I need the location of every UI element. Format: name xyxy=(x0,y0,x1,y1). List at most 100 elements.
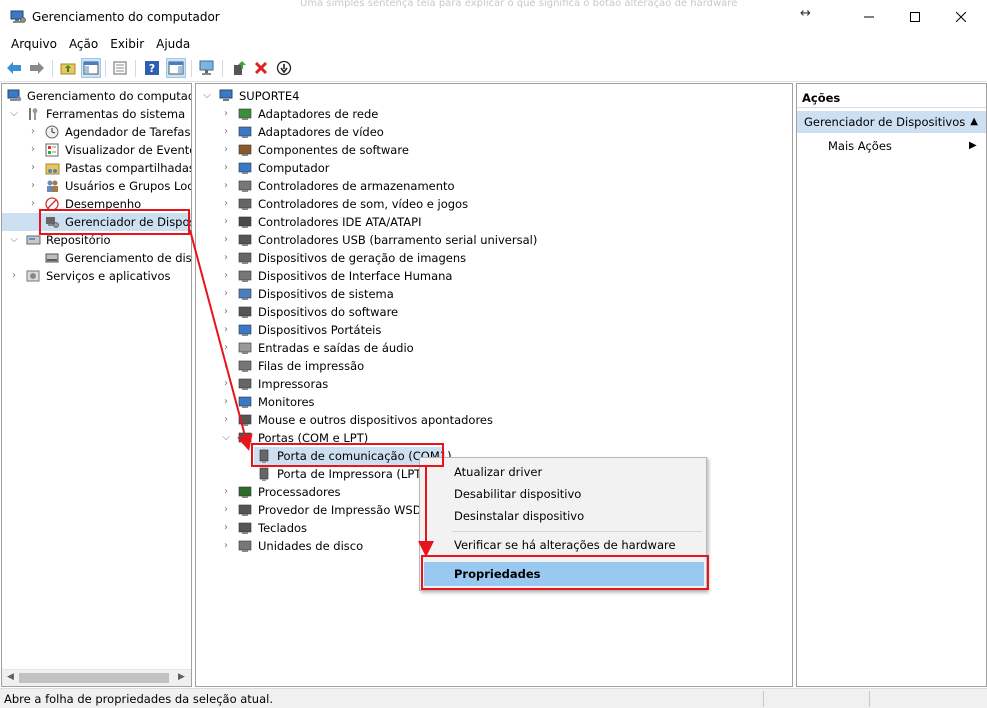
chevron-right-icon[interactable]: › xyxy=(221,411,231,429)
back-button[interactable] xyxy=(5,59,23,77)
toolbar: ? xyxy=(0,55,987,82)
tree-item-users-groups[interactable]: › Usuários e Grupos Locais xyxy=(2,177,191,195)
chevron-right-icon[interactable]: › xyxy=(28,141,38,159)
chevron-right-icon[interactable]: › xyxy=(28,123,38,141)
event-viewer-icon xyxy=(45,143,59,157)
close-button[interactable] xyxy=(938,0,984,34)
chevron-right-icon[interactable]: › xyxy=(9,267,19,285)
tree-item-system-tools[interactable]: ⌵ Ferramentas do sistema xyxy=(2,105,191,123)
chevron-right-icon[interactable]: › xyxy=(221,393,231,411)
window-title: Gerenciamento do computador xyxy=(32,10,220,24)
chevron-right-icon[interactable]: › xyxy=(221,375,231,393)
chevron-right-icon[interactable]: › xyxy=(221,249,231,267)
tree-item-task-scheduler[interactable]: › Agendador de Tarefas xyxy=(2,123,191,141)
status-bar: Abre a folha de propriedades da seleção … xyxy=(0,688,987,708)
device-category-label: Controladores de som, vídeo e jogos xyxy=(258,197,469,211)
chevron-right-icon[interactable]: › xyxy=(221,123,231,141)
tree-root-item[interactable]: Gerenciamento do computador (Local) xyxy=(2,87,191,105)
chevron-right-icon[interactable]: › xyxy=(221,159,231,177)
title-bar: Uma simples sentença tela para explicar … xyxy=(0,0,987,34)
menu-bar: Arquivo Ação Exibir Ajuda xyxy=(0,34,987,54)
device-category-label: Monitores xyxy=(258,395,315,409)
menu-ajuda[interactable]: Ajuda xyxy=(150,34,196,54)
shared-folder-icon xyxy=(45,163,60,175)
menu-acao[interactable]: Ação xyxy=(63,34,104,54)
up-folder-button[interactable] xyxy=(59,59,77,77)
scan-hardware-button[interactable] xyxy=(198,59,216,77)
horizontal-scrollbar[interactable]: ◀ ▶ xyxy=(2,669,191,686)
menu-item-uninstall-device[interactable]: Desinstalar dispositivo xyxy=(454,505,584,527)
uninstall-device-button[interactable] xyxy=(252,59,270,77)
collapse-up-icon[interactable]: ▲ xyxy=(970,111,978,133)
tree-item-event-viewer[interactable]: › Visualizador de Eventos xyxy=(2,141,191,159)
chevron-right-icon[interactable]: › xyxy=(221,537,231,555)
back-arrow-icon xyxy=(7,62,21,74)
device-category-label: Computador xyxy=(258,161,330,175)
tree-item-shared-folders[interactable]: › Pastas compartilhadas xyxy=(2,159,191,177)
chevron-down-icon[interactable]: ⌵ xyxy=(9,105,19,123)
menu-arquivo[interactable]: Arquivo xyxy=(5,34,63,54)
camera-icon xyxy=(238,252,252,264)
device-category-label: Dispositivos Portáteis xyxy=(258,323,382,337)
device-tree-pane: ⌵ SUPORTE4 › Adaptadores de rede › Adaptado… xyxy=(195,83,793,687)
usb-icon xyxy=(238,234,252,246)
menu-exibir[interactable]: Exibir xyxy=(104,34,150,54)
more-actions-item[interactable]: Mais Ações xyxy=(828,137,892,155)
menu-item-update-driver[interactable]: Atualizar driver xyxy=(454,461,542,483)
export-list-button[interactable] xyxy=(111,59,129,77)
chevron-right-icon[interactable]: › xyxy=(221,213,231,231)
tree-label: Pastas compartilhadas xyxy=(65,161,192,175)
chevron-right-icon[interactable]: ▶ xyxy=(969,137,977,155)
show-hide-tree-button[interactable] xyxy=(81,58,101,78)
tree-label: Agendador de Tarefas xyxy=(65,125,191,139)
forward-button[interactable] xyxy=(28,59,46,77)
help-button[interactable]: ? xyxy=(143,59,161,77)
chevron-right-icon[interactable]: › xyxy=(221,267,231,285)
chevron-right-icon[interactable]: › xyxy=(221,285,231,303)
monitor-icon xyxy=(238,396,252,408)
menu-item-scan-hardware[interactable]: Verificar se há alterações de hardware xyxy=(454,534,676,556)
chevron-down-icon[interactable]: ⌵ xyxy=(202,87,212,105)
chevron-right-icon[interactable]: › xyxy=(221,501,231,519)
scroll-thumb[interactable] xyxy=(19,673,169,683)
services-icon xyxy=(26,270,40,282)
chevron-right-icon[interactable]: › xyxy=(28,177,38,195)
show-hide-action-pane-button[interactable] xyxy=(166,58,186,78)
chevron-right-icon[interactable]: › xyxy=(221,303,231,321)
chevron-right-icon[interactable]: › xyxy=(28,159,38,177)
chevron-right-icon[interactable]: › xyxy=(221,177,231,195)
chevron-right-icon[interactable]: › xyxy=(221,321,231,339)
chevron-right-icon[interactable]: › xyxy=(221,483,231,501)
chevron-right-icon[interactable]: › xyxy=(221,195,231,213)
menu-item-disable-device[interactable]: Desabilitar dispositivo xyxy=(454,483,581,505)
network-adapter-icon xyxy=(238,108,252,120)
maximize-button[interactable] xyxy=(892,0,938,34)
chevron-right-icon[interactable]: › xyxy=(28,195,38,213)
chevron-right-icon[interactable]: › xyxy=(221,105,231,123)
update-driver-button[interactable] xyxy=(230,59,248,77)
scroll-left-icon[interactable]: ◀ xyxy=(7,672,14,682)
display-adapter-icon xyxy=(238,126,252,138)
actions-section-device-manager[interactable]: Gerenciador de Dispositivos ▲ xyxy=(797,111,986,133)
resize-icon: ↔ xyxy=(800,6,811,21)
ide-controller-icon xyxy=(238,216,252,228)
tree-item-disk-management[interactable]: Gerenciamento de disco xyxy=(2,249,191,267)
printer-icon xyxy=(238,378,252,390)
chevron-right-icon[interactable]: › xyxy=(221,519,231,537)
tree-item-services-apps[interactable]: › Serviços e aplicativos xyxy=(2,267,191,285)
storage-icon xyxy=(26,235,41,245)
disable-device-button[interactable] xyxy=(275,59,293,77)
device-category-label: Unidades de disco xyxy=(258,539,364,553)
chevron-right-icon[interactable]: › xyxy=(221,339,231,357)
scroll-right-icon[interactable]: ▶ xyxy=(178,672,185,682)
chevron-down-icon[interactable]: ⌵ xyxy=(9,231,19,249)
sound-icon xyxy=(238,198,252,210)
minimize-button[interactable] xyxy=(846,0,892,34)
up-folder-icon xyxy=(60,63,76,75)
device-category-label: Controladores USB (barramento serial uni… xyxy=(258,233,538,247)
chevron-right-icon[interactable]: › xyxy=(221,141,231,159)
chevron-right-icon[interactable]: › xyxy=(221,357,231,375)
disable-device-icon xyxy=(276,60,292,76)
chevron-down-icon[interactable]: ⌵ xyxy=(221,429,231,447)
chevron-right-icon[interactable]: › xyxy=(221,231,231,249)
